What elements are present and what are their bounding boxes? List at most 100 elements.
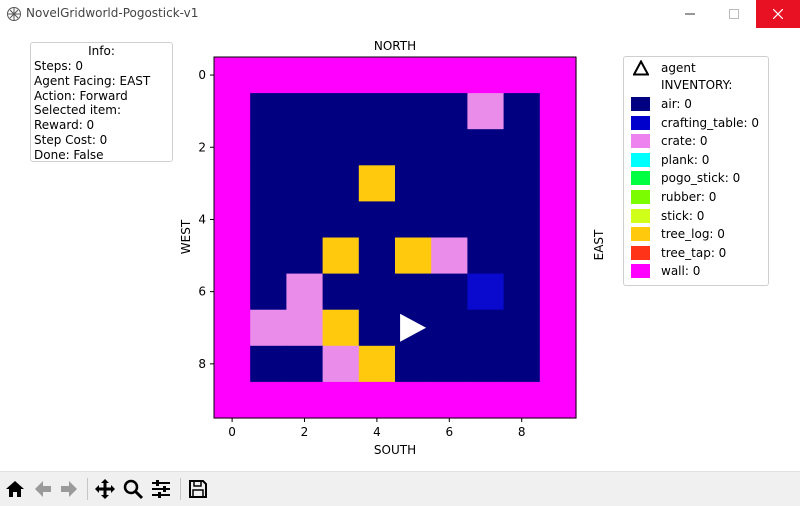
north-label: NORTH: [374, 39, 416, 53]
info-steps: Steps: 0: [34, 59, 84, 73]
figure-canvas: 0 2 4 6 8 0 2 4 6 8 NORTH SOUTH WEST EAST Info: …: [0, 28, 800, 471]
x-tick-label: 4: [373, 425, 381, 439]
grid-cell-wall: [322, 57, 360, 94]
minimize-button[interactable]: [668, 0, 712, 28]
grid-cell-air: [395, 201, 432, 239]
legend-item-label: plank: 0: [661, 152, 710, 167]
grid-cell-wall: [214, 273, 251, 311]
grid-cell-air: [431, 129, 468, 166]
grid-cell-air: [358, 201, 396, 239]
grid-cell-wall: [503, 57, 541, 94]
grid-cell-air: [286, 129, 324, 166]
x-tick-label: 2: [301, 425, 309, 439]
grid-cell-wall: [358, 381, 396, 419]
home-button[interactable]: [4, 477, 26, 501]
grid-cell-air: [250, 93, 287, 130]
grid-cell-wall: [214, 93, 251, 130]
south-label: SOUTH: [374, 443, 416, 457]
grid-cell-air: [358, 129, 396, 166]
grid-cell-crafting-table: [467, 273, 505, 311]
grid-cell-air: [431, 309, 468, 347]
configure-subplots-button[interactable]: [150, 477, 172, 501]
grid-cell-tree-log: [358, 165, 396, 202]
grid-cell-air: [250, 345, 287, 383]
grid-cell-wall: [539, 381, 577, 419]
grid-cell-air: [467, 237, 505, 275]
info-step-cost: Step Cost: 0: [34, 132, 108, 147]
home-icon: [6, 481, 24, 497]
agent-triangle-icon: [631, 60, 650, 76]
configure-icon: [152, 480, 170, 498]
legend-item-stick: stick: 0: [624, 207, 704, 225]
grid-cell-wall: [431, 381, 468, 419]
save-button[interactable]: [187, 477, 209, 501]
legend-item-crafting-table: crafting_table: 0: [624, 114, 759, 132]
y-tick-label: 2: [198, 140, 206, 154]
save-icon: [189, 480, 207, 498]
maximize-button[interactable]: [712, 0, 756, 28]
grid-cell-wall: [250, 381, 287, 419]
grid-cell-air: [250, 165, 287, 202]
legend-swatch: [631, 134, 650, 149]
grid-cell-wall: [214, 129, 251, 166]
grid-cell-air: [503, 309, 541, 347]
grid-cell-air: [431, 273, 468, 311]
close-button[interactable]: [756, 0, 800, 28]
grid-cell-crate: [431, 237, 468, 275]
grid-cell-air: [431, 165, 468, 202]
back-button[interactable]: [32, 477, 54, 501]
forward-button[interactable]: [58, 477, 80, 501]
grid-cell-wall: [214, 381, 251, 419]
window-title: NovelGridworld-Pogostick-v1: [26, 6, 199, 20]
grid-cell-wall: [539, 237, 577, 275]
pan-button[interactable]: [94, 477, 116, 501]
grid-cell-crate: [286, 309, 324, 347]
grid-cell-air: [467, 201, 505, 239]
legend-item-wall: wall: 0: [624, 262, 700, 280]
legend-swatch: [631, 227, 650, 242]
legend-swatch: [631, 97, 650, 111]
info-title: Info:: [88, 44, 115, 58]
grid-cell-air: [358, 273, 396, 311]
legend-swatch: [631, 171, 650, 186]
y-tick-label: 4: [198, 212, 206, 226]
x-tick-label: 6: [445, 425, 453, 439]
info-box: Info: Steps: 0 Agent Facing: EAST Action…: [30, 42, 173, 162]
close-icon: [773, 9, 783, 19]
grid-cell-crate: [322, 345, 360, 383]
grid-cell-air: [286, 165, 324, 202]
grid-cell-air: [322, 129, 360, 166]
grid-cell-wall: [539, 57, 577, 94]
back-icon: [35, 481, 51, 497]
grid-cell-air: [503, 201, 541, 239]
grid-cell-air: [358, 237, 396, 275]
grid-cell-wall: [214, 201, 251, 239]
zoom-button[interactable]: [122, 477, 144, 501]
grid-cell-air: [503, 345, 541, 383]
grid-cell-air: [286, 93, 324, 130]
grid-cell-tree-log: [395, 237, 432, 275]
legend-item-label: pogo_stick: 0: [661, 171, 741, 186]
grid-cell-air: [503, 165, 541, 202]
grid-cell-wall: [467, 381, 505, 419]
grid-cell-wall: [214, 57, 251, 94]
legend-swatch: [631, 115, 650, 130]
grid-cell-air: [467, 345, 505, 383]
legend-item-rubber: rubber: 0: [624, 188, 716, 206]
grid-cell-air: [503, 237, 541, 275]
grid-cell-air: [286, 237, 324, 275]
legend-item-label: crate: 0: [661, 134, 708, 149]
grid-cell-air: [286, 201, 324, 239]
grid-cell-air: [467, 129, 505, 166]
grid-cell-tree-log: [358, 345, 396, 383]
legend-swatch: [631, 190, 650, 204]
grid-cell-wall: [539, 165, 577, 202]
grid-cell-air: [250, 201, 287, 239]
grid-cell-crate: [286, 273, 324, 311]
info-reward: Reward: 0: [34, 118, 95, 133]
info-agent-facing: Agent Facing: EAST: [34, 73, 151, 88]
grid-cell-wall: [395, 381, 432, 419]
maximize-icon: [729, 9, 739, 19]
toolbar-separator: [87, 478, 88, 500]
info-done: Done: False: [34, 147, 104, 162]
